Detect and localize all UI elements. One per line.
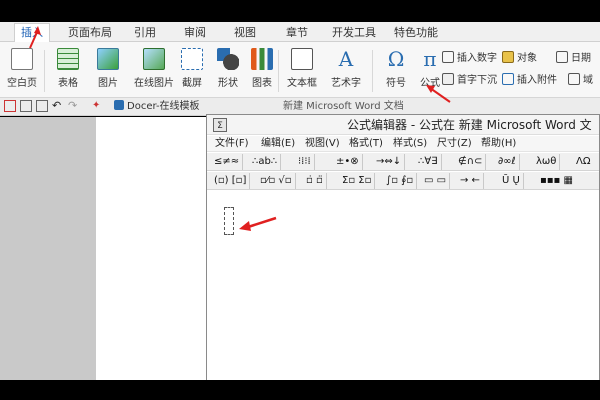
tab-page-layout[interactable]: 页面布局 (68, 24, 112, 42)
table-icon (57, 48, 79, 70)
print-icon[interactable] (20, 100, 32, 112)
picture-icon (97, 48, 119, 70)
date-label: 日期 (571, 53, 591, 64)
omega-icon: Ω (387, 47, 405, 71)
ribbon-tab-bar: 插入 页面布局 引用 审阅 视图 章节 开发工具 特色功能 (0, 22, 600, 43)
menu-view[interactable]: 视图(V) (305, 137, 340, 151)
object-icon (502, 51, 514, 63)
calendar-icon (556, 51, 568, 63)
insert-attachment-button[interactable]: 插入附件 (502, 72, 557, 90)
equation-editor-menubar: 文件(F) 编辑(E) 视图(V) 格式(T) 样式(S) 尺寸(Z) 帮助(H… (207, 136, 599, 152)
equation-editor-window[interactable]: Σ 公式编辑器 - 公式在 新建 Microsoft Word 文 文件(F) … (206, 114, 600, 382)
chart-icon (251, 48, 273, 70)
equation-editor-app-icon: Σ (213, 118, 227, 132)
palette-overbars[interactable]: ▭ ▭ (421, 173, 451, 189)
tab-review[interactable]: 审阅 (184, 24, 206, 42)
tab-references[interactable]: 引用 (134, 24, 156, 42)
menu-style[interactable]: 样式(S) (393, 137, 427, 151)
equation-input-slot[interactable] (224, 207, 234, 235)
workspace-left-margin (0, 117, 96, 380)
attachment-icon (502, 73, 514, 85)
tab-chapter[interactable]: 章节 (286, 24, 308, 42)
palette-scripts[interactable]: ▫̇ ▫̈ (303, 173, 327, 189)
ribbon-panel: 空白页 表格 图片 在线图片 截屏 形状 图表 文本框 A 艺术字 Ω 符号 π… (0, 42, 600, 98)
menu-edit[interactable]: 编辑(E) (261, 137, 295, 151)
docer-logo-icon (114, 100, 124, 110)
palette-embellishments[interactable]: ⁝⁞⁝⁞ (295, 154, 315, 170)
palette-operators[interactable]: ±•⊗ (333, 154, 363, 170)
document-page[interactable] (96, 117, 206, 380)
tab-view[interactable]: 视图 (234, 24, 256, 42)
palette-fractions-radicals[interactable]: ▫⁄▫ √▫ (257, 173, 296, 189)
number-icon (442, 51, 454, 63)
redo-icon[interactable]: ↷ (68, 100, 80, 112)
drop-cap-icon (442, 73, 454, 85)
date-button[interactable]: 日期 (556, 50, 591, 68)
blank-page-icon (11, 48, 33, 70)
menu-help[interactable]: 帮助(H) (481, 137, 516, 151)
insert-number-button[interactable]: 插入数字 (442, 50, 497, 68)
shape-icon (217, 48, 239, 70)
drop-cap-label: 首字下沉 (457, 75, 497, 86)
palette-summations[interactable]: Σ▫ Σ▫ (339, 173, 376, 189)
tab-special[interactable]: 特色功能 (394, 24, 438, 42)
palette-relations[interactable]: ≤≠≈ (211, 154, 244, 170)
screen-bottom-edge (0, 380, 600, 400)
palette-greek-lower[interactable]: λωθ (533, 154, 561, 170)
field-icon (568, 73, 580, 85)
palette-logic[interactable]: ∴∀∃ (415, 154, 442, 170)
field-button[interactable]: 域 (568, 72, 593, 90)
picture-button[interactable]: 图片 (88, 46, 128, 96)
docer-tab[interactable]: Docer-在线模板 (114, 98, 200, 116)
art-text-button[interactable]: A 艺术字 (326, 46, 366, 96)
scissors-icon (181, 48, 203, 70)
palette-fences[interactable]: (▫) [▫] (211, 173, 251, 189)
insert-attachment-label: 插入附件 (517, 75, 557, 86)
online-picture-icon (143, 48, 165, 70)
symbol-palette-row: ≤≠≈ ∴ab∴ ⁝⁞⁝⁞ ±•⊗ →⇔↓ ∴∀∃ ∉∩⊂ ∂∞ℓ λωθ ΛΩ (207, 153, 599, 171)
blank-page-button[interactable]: 空白页 (2, 46, 42, 96)
palette-arrows[interactable]: →⇔↓ (373, 154, 406, 170)
pin-icon[interactable]: ✦ (92, 100, 104, 112)
equation-editor-title: 公式编辑器 - 公式在 新建 Microsoft Word 文 (347, 118, 592, 132)
palette-matrices[interactable]: ▪▪▪ ▦ (537, 173, 576, 189)
document-tab-label: 新建 Microsoft Word 文档 (283, 101, 404, 112)
palette-labeled-arrows[interactable]: → ← (457, 173, 484, 189)
palette-spaces[interactable]: ∴ab∴ (249, 154, 282, 170)
palette-sets[interactable]: ∉∩⊂ (455, 154, 487, 170)
textbox-icon (291, 48, 313, 70)
menu-size[interactable]: 尺寸(Z) (437, 137, 472, 151)
template-palette-row: (▫) [▫] ▫⁄▫ √▫ ▫̇ ▫̈ Σ▫ Σ▫ ∫▫ ∮▫ ▭ ▭ → ←… (207, 172, 599, 190)
palette-products[interactable]: Ū Ų (499, 173, 524, 189)
tab-developer[interactable]: 开发工具 (332, 24, 376, 42)
undo-icon[interactable]: ↶ (52, 100, 64, 112)
palette-integrals[interactable]: ∫▫ ∮▫ (383, 173, 418, 189)
art-text-icon: A (338, 47, 354, 71)
textbox-button[interactable]: 文本框 (282, 46, 322, 96)
pdf-icon[interactable] (4, 100, 16, 112)
blank-page-label: 空白页 (7, 78, 37, 89)
tab-insert[interactable]: 插入 (14, 23, 50, 43)
pi-icon: π (423, 47, 437, 71)
object-button[interactable]: 对象 (502, 50, 537, 68)
drop-cap-button[interactable]: 首字下沉 (442, 72, 497, 90)
equation-editor-titlebar[interactable]: Σ 公式编辑器 - 公式在 新建 Microsoft Word 文 (207, 115, 599, 135)
object-label: 对象 (517, 53, 537, 64)
field-label: 域 (583, 75, 593, 86)
art-text-label: 艺术字 (331, 78, 361, 89)
palette-misc[interactable]: ∂∞ℓ (495, 154, 520, 170)
preview-icon[interactable] (36, 100, 48, 112)
insert-number-label: 插入数字 (457, 53, 497, 64)
docer-tab-label: Docer-在线模板 (127, 101, 200, 112)
menu-file[interactable]: 文件(F) (215, 137, 249, 151)
menu-format[interactable]: 格式(T) (349, 137, 383, 151)
palette-greek-upper[interactable]: ΛΩ (573, 154, 593, 170)
